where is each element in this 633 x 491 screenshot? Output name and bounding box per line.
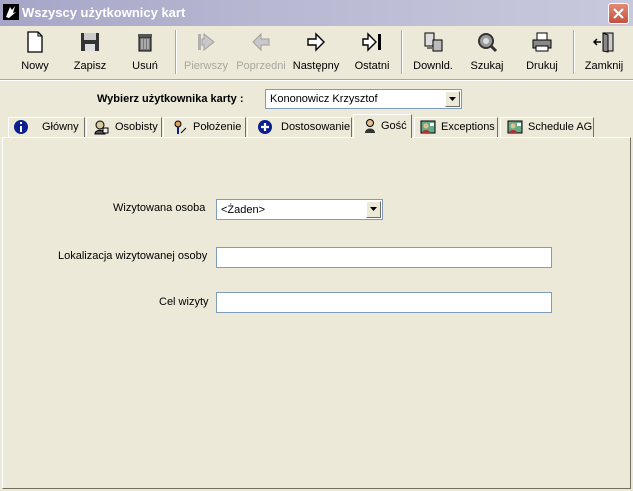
close-window-button[interactable] bbox=[608, 3, 629, 24]
toolbar-separator bbox=[573, 30, 575, 74]
toolbar-next-label: Następny bbox=[292, 60, 340, 72]
toolbar-previous-label: Poprzedni bbox=[236, 60, 286, 72]
app-icon bbox=[3, 4, 19, 20]
chevron-down-icon bbox=[449, 97, 456, 101]
visited-person-select[interactable]: <Żaden> bbox=[216, 199, 383, 220]
tab-customization[interactable]: Dostosowanie bbox=[247, 117, 352, 137]
toolbar-close-button[interactable]: Zamknij bbox=[578, 28, 630, 76]
tab-personal-label: Osobisty bbox=[115, 121, 158, 133]
last-record-icon bbox=[360, 30, 384, 54]
visit-purpose-input[interactable] bbox=[217, 293, 551, 312]
first-record-icon bbox=[194, 30, 218, 54]
visited-location-input[interactable] bbox=[217, 248, 551, 267]
card-user-value: Kononowicz Krzysztof bbox=[270, 93, 378, 105]
tab-schedule-ag[interactable]: Schedule AG bbox=[500, 117, 594, 137]
toolbar-previous-button[interactable]: Poprzedni bbox=[233, 28, 289, 76]
tab-location-label: Położenie bbox=[193, 121, 242, 133]
title-bar[interactable]: Wszyscy użytkownicy kart bbox=[0, 0, 633, 26]
toolbar-download-label: Downld. bbox=[413, 60, 453, 72]
chevron-down-icon bbox=[370, 207, 377, 211]
toolbar-search-button[interactable]: Szukaj bbox=[461, 28, 513, 76]
info-icon bbox=[13, 119, 29, 135]
trash-bin-icon bbox=[133, 30, 157, 54]
main-window: Wszyscy użytkownicy kart Nowy Zapisz Usu… bbox=[0, 0, 633, 491]
exit-door-icon bbox=[592, 30, 616, 54]
guest-tab-panel: Wizytowana osoba <Żaden> Lokalizacja wiz… bbox=[2, 137, 631, 489]
card-user-select[interactable]: Kononowicz Krzysztof bbox=[265, 89, 462, 109]
toolbar-next-button[interactable]: Następny bbox=[289, 28, 343, 76]
visited-person-value: <Żaden> bbox=[221, 204, 266, 216]
toolbar-divider bbox=[0, 79, 633, 81]
tab-exceptions[interactable]: Exceptions bbox=[414, 117, 498, 137]
new-document-icon bbox=[23, 30, 47, 54]
plus-circle-icon bbox=[257, 119, 273, 135]
toolbar: Nowy Zapisz Usuń Pierwszy Poprzedni Nast… bbox=[0, 26, 633, 78]
tab-location[interactable]: Położenie bbox=[163, 117, 246, 137]
toolbar-save-button[interactable]: Zapisz bbox=[62, 28, 118, 76]
next-arrow-icon bbox=[304, 30, 328, 54]
toolbar-new-button[interactable]: Nowy bbox=[8, 28, 62, 76]
tab-customization-label: Dostosowanie bbox=[281, 121, 351, 133]
window-title: Wszyscy użytkownicy kart bbox=[22, 5, 186, 20]
toolbar-close-label: Zamknij bbox=[584, 60, 624, 72]
tab-schedule-ag-label: Schedule AG bbox=[528, 121, 593, 133]
visit-purpose-label: Cel wizyty bbox=[159, 296, 209, 308]
schedule-icon bbox=[507, 119, 523, 135]
toolbar-last-label: Ostatni bbox=[354, 60, 390, 72]
toolbar-last-button[interactable]: Ostatni bbox=[345, 28, 399, 76]
tab-main-label: Główny bbox=[42, 121, 79, 133]
tab-strip: Główny Osobisty Położenie Dostosowanie G… bbox=[0, 113, 633, 138]
exceptions-icon bbox=[420, 119, 436, 135]
visited-person-label: Wizytowana osoba bbox=[113, 202, 206, 214]
toolbar-download-button[interactable]: Downld. bbox=[406, 28, 460, 76]
toolbar-first-button[interactable]: Pierwszy bbox=[180, 28, 232, 76]
toolbar-save-label: Zapisz bbox=[73, 60, 107, 72]
tab-guest-label: Gość bbox=[381, 120, 407, 132]
close-icon bbox=[613, 8, 624, 19]
visited-location-label: Lokalizacja wizytowanej osoby bbox=[58, 250, 208, 262]
visited-person-dropdown-button[interactable] bbox=[366, 201, 381, 218]
toolbar-search-label: Szukaj bbox=[470, 60, 504, 72]
card-user-dropdown-button[interactable] bbox=[445, 91, 460, 107]
toolbar-print-label: Drukuj bbox=[526, 60, 558, 72]
location-icon bbox=[172, 119, 188, 135]
toolbar-new-label: Nowy bbox=[21, 60, 49, 72]
tab-personal[interactable]: Osobisty bbox=[86, 117, 162, 137]
toolbar-delete-button[interactable]: Usuń bbox=[118, 28, 172, 76]
tab-exceptions-label: Exceptions bbox=[441, 121, 495, 133]
tab-guest[interactable]: Gość bbox=[353, 114, 412, 138]
toolbar-separator bbox=[175, 30, 177, 74]
tab-main[interactable]: Główny bbox=[8, 117, 85, 137]
printer-icon bbox=[530, 30, 554, 54]
toolbar-first-label: Pierwszy bbox=[183, 60, 228, 72]
search-icon bbox=[475, 30, 499, 54]
card-user-label: Wybierz użytkownika karty : bbox=[97, 93, 244, 105]
floppy-disk-icon bbox=[78, 30, 102, 54]
download-icon bbox=[421, 30, 445, 54]
toolbar-print-button[interactable]: Drukuj bbox=[514, 28, 570, 76]
personal-card-icon bbox=[93, 119, 109, 135]
visit-purpose-field[interactable] bbox=[216, 292, 552, 313]
previous-arrow-icon bbox=[249, 30, 273, 54]
toolbar-separator bbox=[401, 30, 403, 74]
visited-location-field[interactable] bbox=[216, 247, 552, 268]
toolbar-delete-label: Usuń bbox=[132, 60, 158, 72]
guest-icon bbox=[362, 118, 378, 134]
